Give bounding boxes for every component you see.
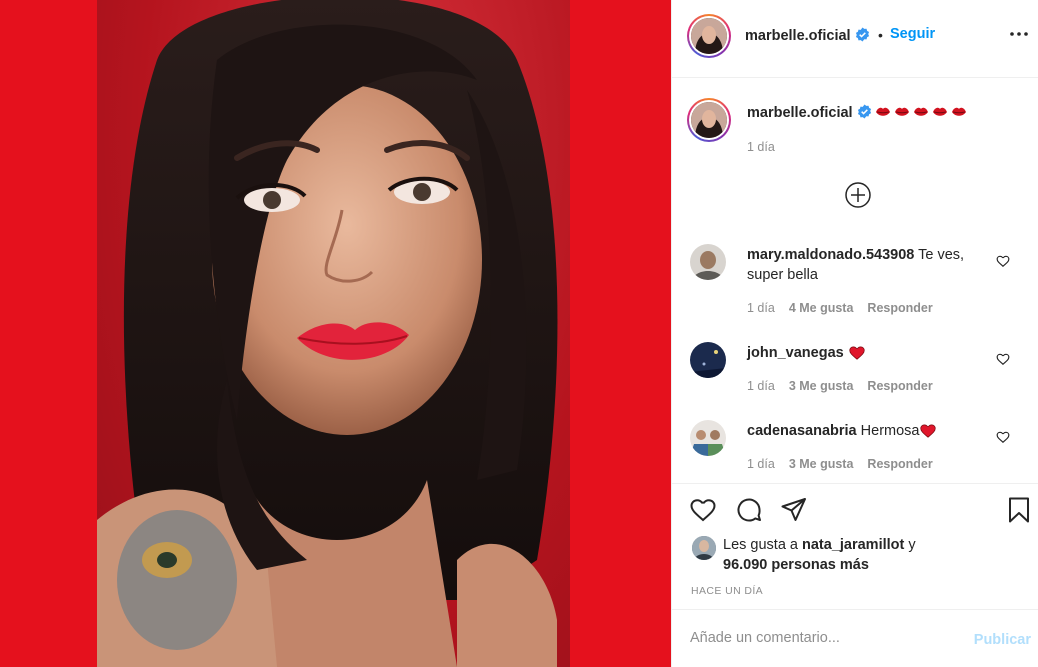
likes-summary: Les gusta a nata_jaramillot y [723, 537, 916, 553]
plus-circle-icon[interactable] [844, 181, 872, 209]
comment-text: cadenasanabria Hermosa [747, 421, 992, 441]
kiss-mark-icon [913, 107, 928, 116]
comment-like-heart-icon[interactable] [996, 352, 1010, 366]
post-actions: Les gusta a nata_jaramillot y 96.090 per… [672, 483, 1038, 609]
post-timestamp[interactable]: HACE UN DÍA [691, 585, 763, 597]
liker-username[interactable]: nata_jaramillot [802, 537, 904, 553]
post-photo[interactable] [97, 0, 570, 667]
heart-icon[interactable] [689, 496, 717, 524]
likes-joiner: y [904, 537, 916, 553]
publish-button[interactable]: Publicar [974, 632, 1031, 648]
follow-button[interactable]: Seguir [890, 26, 935, 42]
comment-meta: 1 día 3 Me gusta Responder [747, 379, 947, 393]
caption-text: marbelle.oficial [747, 104, 967, 121]
comment-like-heart-icon[interactable] [996, 254, 1010, 268]
kiss-mark-icon [875, 107, 890, 116]
caption-avatar[interactable] [687, 98, 731, 142]
commenter-username[interactable]: mary.maldonado.543908 [747, 247, 914, 263]
author-username-row: marbelle.oficial [745, 27, 870, 44]
caption-timestamp: 1 día [747, 140, 775, 154]
post-sidebar: marbelle.oficial • Seguir marbelle.ofici… [671, 0, 1038, 667]
commenter-avatar[interactable] [690, 420, 726, 456]
comment-text: john_vanegas [747, 343, 992, 363]
liker-avatar[interactable] [692, 536, 716, 560]
reply-button[interactable]: Responder [867, 457, 932, 471]
comment-meta: 1 día 4 Me gusta Responder [747, 301, 947, 315]
kiss-mark-icon [894, 107, 909, 116]
commenter-avatar[interactable] [690, 244, 726, 280]
comments-list[interactable]: marbelle.oficial 1 día mary.maldonado.54… [672, 79, 1038, 483]
likes-count[interactable]: 96.090 personas más [723, 557, 869, 573]
commenter-avatar[interactable] [690, 342, 726, 378]
share-icon[interactable] [780, 496, 808, 524]
post-header: marbelle.oficial • Seguir [672, 0, 1038, 78]
comment-time: 1 día [747, 457, 775, 471]
add-comment-bar: Publicar [672, 609, 1038, 667]
commenter-username[interactable]: john_vanegas [747, 345, 844, 361]
caption-username[interactable]: marbelle.oficial [747, 105, 853, 121]
bookmark-icon[interactable] [1005, 496, 1033, 524]
comment-likes[interactable]: 3 Me gusta [789, 457, 854, 471]
author-username[interactable]: marbelle.oficial [745, 28, 851, 44]
verified-badge-icon [857, 104, 871, 119]
comment-time: 1 día [747, 379, 775, 393]
comment-body: Hermosa [856, 423, 920, 439]
verified-badge-icon [855, 27, 869, 42]
comment-icon[interactable] [735, 496, 763, 524]
kiss-mark-icon [951, 107, 966, 116]
reply-button[interactable]: Responder [867, 379, 932, 393]
author-avatar[interactable] [687, 14, 731, 58]
likes-count-row: 96.090 personas más [723, 557, 869, 573]
comment-like-heart-icon[interactable] [996, 430, 1010, 444]
separator-dot: • [878, 27, 883, 43]
comment-likes[interactable]: 4 Me gusta [789, 301, 854, 315]
red-heart-icon [920, 424, 937, 438]
portrait-illustration [97, 0, 558, 667]
comment-input[interactable] [690, 630, 960, 646]
comment-likes[interactable]: 3 Me gusta [789, 379, 854, 393]
reply-button[interactable]: Responder [867, 301, 932, 315]
commenter-username[interactable]: cadenasanabria [747, 423, 857, 439]
red-heart-icon [849, 346, 865, 360]
comment-time: 1 día [747, 301, 775, 315]
kiss-mark-icon [932, 107, 947, 116]
more-options-icon[interactable] [1007, 22, 1031, 46]
post-media [0, 0, 671, 667]
comment-meta: 1 día 3 Me gusta Responder [747, 457, 947, 471]
comment-text: mary.maldonado.543908 Te ves, super bell… [747, 245, 992, 285]
likes-prefix: Les gusta a [723, 537, 802, 553]
